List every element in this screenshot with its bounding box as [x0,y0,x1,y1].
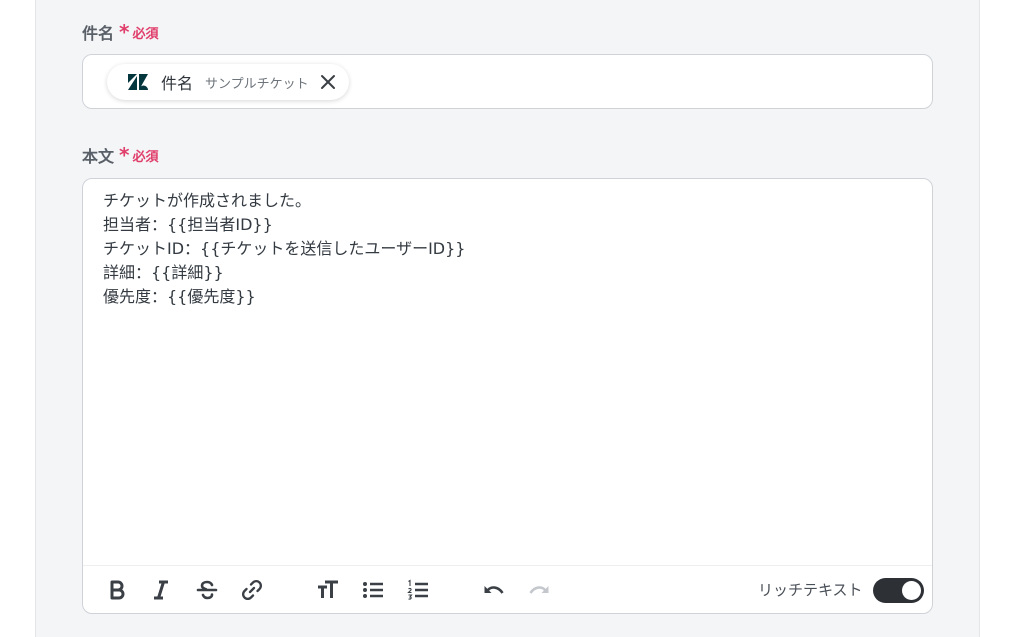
required-badge: 必須 [132,26,159,42]
variable-chip[interactable]: 件名 サンプルチケット [107,64,349,100]
subject-field-label: 件名 * 必須 [82,20,159,44]
toggle-knob [902,581,921,600]
subject-label-text: 件名 [82,24,115,43]
required-badge: 必須 [132,149,159,165]
body-label-text: 本文 [82,147,115,166]
body-field-label: 本文 * 必須 [82,143,159,167]
form-panel: 件名 * 必須 件名 サンプルチケット 本文 * 必須 チケットが作成されました… [35,0,980,637]
undo-icon[interactable] [481,577,507,603]
zendesk-icon [127,74,149,90]
subject-input[interactable]: 件名 サンプルチケット [82,54,933,109]
chip-sub-label: サンプルチケット [205,76,309,92]
body-line: 詳細：{{詳細}} [103,263,224,282]
link-icon[interactable] [239,577,265,603]
required-asterisk: * [119,143,130,167]
italic-icon[interactable] [148,577,174,603]
body-text[interactable]: チケットが作成されました。 担当者：{{担当者ID}} チケットID：{{チケッ… [103,189,903,309]
chip-label: 件名 [161,74,194,93]
required-asterisk: * [119,20,130,44]
text-size-icon[interactable] [315,577,341,603]
body-line: 優先度：{{優先度}} [103,287,256,306]
rich-text-toggle[interactable] [873,578,924,603]
redo-icon[interactable] [526,577,552,603]
close-icon[interactable] [319,73,337,91]
body-line: 担当者：{{担当者ID}} [103,215,273,234]
body-editor[interactable]: チケットが作成されました。 担当者：{{担当者ID}} チケットID：{{チケッ… [82,178,933,614]
body-line: チケットID：{{チケットを送信したユーザーID}} [103,239,466,258]
numbered-list-icon[interactable] [405,577,431,603]
bullet-list-icon[interactable] [360,577,386,603]
strikethrough-icon[interactable] [194,577,220,603]
body-line: チケットが作成されました。 [103,191,312,210]
editor-toolbar: リッチテキスト [83,565,932,613]
bold-icon[interactable] [104,577,130,603]
rich-text-label: リッチテキスト [758,581,863,599]
